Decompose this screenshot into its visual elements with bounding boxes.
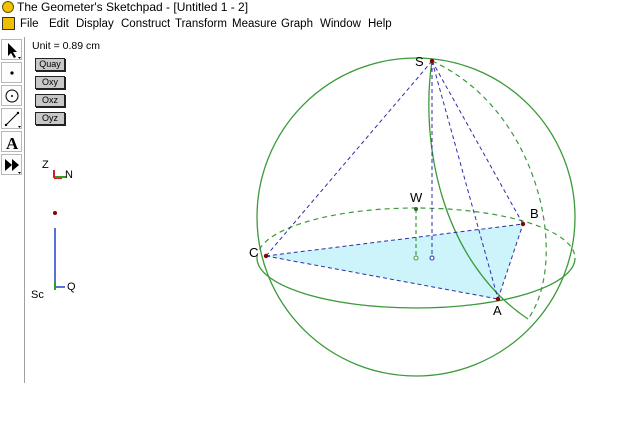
triangle-abc-fill[interactable] [266, 224, 523, 299]
label-s[interactable]: S [415, 54, 424, 69]
axis-center-point[interactable] [53, 211, 57, 215]
point-s[interactable] [429, 58, 435, 64]
point-c[interactable] [263, 253, 269, 259]
label-b[interactable]: B [530, 206, 539, 221]
axis-label-q: Q [67, 281, 76, 293]
edge-sb[interactable] [431, 60, 524, 225]
label-a[interactable]: A [493, 303, 502, 318]
sketch-canvas[interactable]: Z N Sc Q S W B C A [0, 0, 640, 422]
axis-label-n: N [65, 169, 73, 181]
point-o[interactable] [429, 255, 435, 261]
axis-label-sc: Sc [31, 289, 44, 301]
point-w-foot[interactable] [413, 255, 419, 261]
blank-area [0, 383, 640, 422]
label-w[interactable]: W [410, 190, 423, 205]
axis-label-z: Z [42, 159, 49, 171]
edge-sc[interactable] [265, 60, 433, 257]
point-w[interactable] [414, 207, 418, 211]
label-c[interactable]: C [249, 245, 258, 260]
axis-widget[interactable]: Z N Sc Q [31, 159, 76, 301]
point-b[interactable] [520, 221, 526, 227]
point-a[interactable] [495, 296, 501, 302]
